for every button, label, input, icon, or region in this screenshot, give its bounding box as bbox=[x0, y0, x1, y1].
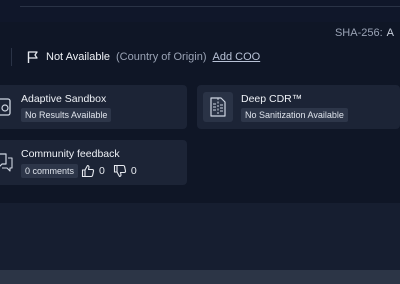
top-band bbox=[0, 0, 400, 22]
status-badge: No Results Available bbox=[21, 108, 112, 122]
footer-bar bbox=[0, 270, 400, 284]
lower-panel bbox=[0, 203, 400, 270]
chat-icon bbox=[0, 153, 13, 172]
adaptive-sandbox-card[interactable]: Adaptive Sandbox No Results Available bbox=[0, 85, 187, 129]
card-title: Adaptive Sandbox bbox=[21, 93, 107, 105]
document-icon bbox=[210, 97, 226, 117]
add-coo-link[interactable]: Add COO bbox=[213, 51, 261, 63]
sandbox-icon bbox=[0, 98, 11, 116]
comments-count-button[interactable]: 0 comments bbox=[21, 164, 79, 178]
status-badge: No Sanitization Available bbox=[241, 108, 348, 122]
card-title: Deep CDR™ bbox=[241, 93, 303, 105]
sha256-label: SHA-256: bbox=[334, 27, 383, 39]
sha256-header: SHA-256: A bbox=[335, 27, 394, 39]
thumbs-down-icon[interactable] bbox=[113, 164, 127, 178]
downvote-count: 0 bbox=[130, 165, 137, 177]
divider bbox=[11, 48, 12, 66]
vote-controls: 0 0 bbox=[81, 164, 145, 178]
sha256-value[interactable]: A bbox=[387, 27, 394, 39]
community-feedback-card: Community feedback 0 comments 0 0 bbox=[0, 140, 187, 185]
coo-status: Not Available bbox=[46, 51, 111, 63]
deep-cdr-card[interactable]: Deep CDR™ No Sanitization Available bbox=[197, 85, 400, 129]
flag-icon bbox=[27, 51, 38, 63]
coo-hint: (Country of Origin) bbox=[116, 51, 207, 63]
divider bbox=[20, 6, 400, 7]
thumbs-up-icon[interactable] bbox=[81, 164, 95, 178]
country-of-origin-row: Not Available (Country of Origin) Add CO… bbox=[26, 49, 260, 65]
card-title: Community feedback bbox=[21, 148, 120, 160]
document-icon-box bbox=[203, 92, 233, 122]
upvote-count: 0 bbox=[99, 165, 105, 177]
